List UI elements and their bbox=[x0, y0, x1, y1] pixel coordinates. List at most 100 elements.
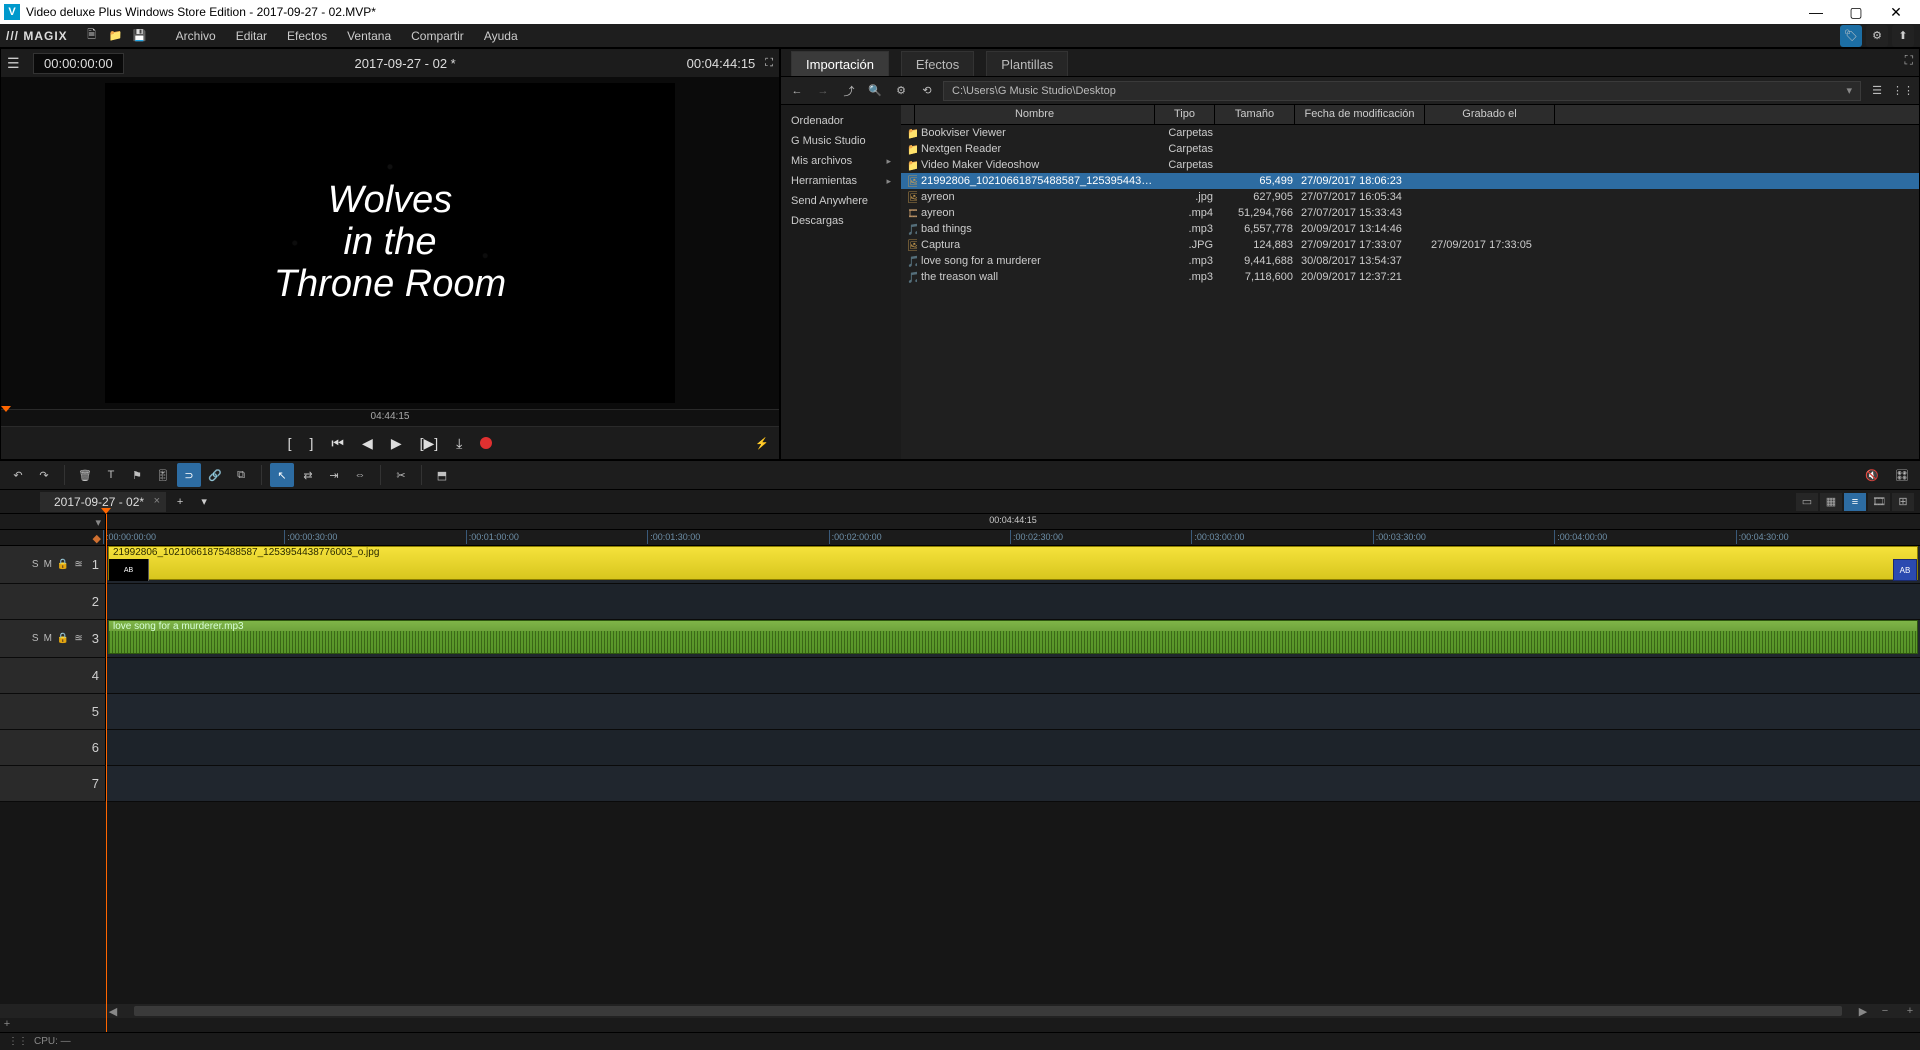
track-lane[interactable] bbox=[106, 658, 1920, 693]
ruler-left-icon-2[interactable]: ◆ bbox=[93, 533, 101, 545]
new-file-icon[interactable]: 🗎 bbox=[82, 26, 102, 46]
insert-clip-button[interactable]: ⬒ bbox=[430, 463, 454, 487]
open-folder-icon[interactable]: 📁 bbox=[106, 26, 126, 46]
file-row[interactable]: 🎵the treason wall.mp37,118,60020/09/2017… bbox=[901, 269, 1919, 285]
menu-compartir[interactable]: Compartir bbox=[401, 29, 474, 43]
preview-position[interactable]: 00:00:00:00 bbox=[33, 53, 124, 74]
undo-button[interactable]: ↶ bbox=[6, 463, 30, 487]
window-minimize-button[interactable]: — bbox=[1796, 0, 1836, 24]
zoom-out-icon[interactable]: − bbox=[1870, 1005, 1900, 1017]
pointer-tool-button[interactable]: ↖ bbox=[270, 463, 294, 487]
menu-ayuda[interactable]: Ayuda bbox=[474, 29, 528, 43]
file-row[interactable]: 🖼21992806_10210661875488587_125395443877… bbox=[901, 173, 1919, 189]
preview-viewport[interactable]: Wolves in the Throne Room bbox=[1, 77, 779, 409]
view-mode-3-button[interactable]: ≡ bbox=[1844, 493, 1866, 511]
col-nombre[interactable]: Nombre bbox=[915, 105, 1155, 124]
goto-end-button[interactable]: ⤓ bbox=[456, 435, 462, 452]
link-button[interactable]: 🔗 bbox=[203, 463, 227, 487]
timeline-ruler-top[interactable]: 00:04:44:15 bbox=[106, 514, 1920, 529]
scroll-thumb[interactable] bbox=[134, 1006, 1842, 1016]
clip-audio[interactable]: love song for a murderer.mp3 bbox=[108, 620, 1918, 654]
delete-button[interactable]: 🗑 bbox=[73, 463, 97, 487]
nav-up-icon[interactable]: ⤴ bbox=[839, 81, 859, 101]
ruler-left-icon-1[interactable]: ▾ bbox=[95, 517, 101, 529]
track-lane[interactable]: love song for a murderer.mp3 bbox=[106, 620, 1920, 657]
add-track-icon[interactable]: + bbox=[0, 1018, 14, 1032]
marker-flag-button[interactable]: ⚑ bbox=[125, 463, 149, 487]
preview-maximize-icon[interactable]: ⛶ bbox=[765, 57, 773, 70]
nav-item-3[interactable]: Herramientas▸ bbox=[781, 171, 901, 191]
range-tool-button[interactable]: ⇥ bbox=[322, 463, 346, 487]
track-lane[interactable] bbox=[106, 766, 1920, 801]
performance-icon[interactable]: ⚡ bbox=[755, 437, 769, 450]
settings-gear-icon[interactable]: ⚙ bbox=[1866, 25, 1888, 47]
track-header[interactable]: SM🔒≊1 bbox=[0, 546, 106, 583]
mixer-button[interactable]: 🎚 bbox=[151, 463, 175, 487]
col-tipo[interactable]: Tipo bbox=[1155, 105, 1215, 124]
track-lane[interactable] bbox=[106, 584, 1920, 619]
track-header[interactable]: 6 bbox=[0, 730, 106, 765]
nav-forward-icon[interactable]: → bbox=[813, 81, 833, 101]
menu-archivo[interactable]: Archivo bbox=[166, 29, 226, 43]
track-header[interactable]: 5 bbox=[0, 694, 106, 729]
clip-image[interactable]: 21992806_10210661875488587_1253954438776… bbox=[108, 546, 1918, 580]
track-lock-icon[interactable]: 🔒 bbox=[57, 633, 69, 644]
track-header[interactable]: 7 bbox=[0, 766, 106, 801]
tab-plantillas[interactable]: Plantillas bbox=[986, 51, 1068, 76]
nav-item-2[interactable]: Mis archivos▸ bbox=[781, 151, 901, 171]
status-menu-icon[interactable]: ⋮⋮ bbox=[8, 1036, 28, 1047]
redo-button[interactable]: ↷ bbox=[32, 463, 56, 487]
snap-magnet-button[interactable]: ⊃ bbox=[177, 463, 201, 487]
group-button[interactable]: ⧉ bbox=[229, 463, 253, 487]
search-icon[interactable]: 🔍 bbox=[865, 81, 885, 101]
col-tamano[interactable]: Tamaño bbox=[1215, 105, 1295, 124]
record-button[interactable] bbox=[480, 437, 492, 449]
menu-editar[interactable]: Editar bbox=[226, 29, 277, 43]
track-header[interactable]: SM🔒≊3 bbox=[0, 620, 106, 657]
timeline-ruler-ticks[interactable]: :00:00:00:00:00:00:30:00:00:01:00:00:00:… bbox=[106, 530, 1920, 545]
menu-efectos[interactable]: Efectos bbox=[277, 29, 337, 43]
track-mute-button[interactable]: M bbox=[44, 559, 52, 570]
goto-start-button[interactable]: ⏮ bbox=[331, 435, 344, 452]
play-range-button[interactable]: [▶] bbox=[420, 435, 439, 452]
play-button[interactable]: ▶ bbox=[391, 435, 402, 452]
nav-item-5[interactable]: Descargas bbox=[781, 211, 901, 231]
tab-efectos[interactable]: Efectos bbox=[901, 51, 974, 76]
file-row[interactable]: 📁Video Maker VideoshowCarpetas bbox=[901, 157, 1919, 173]
add-project-tab-button[interactable]: + bbox=[170, 492, 190, 512]
tab-dropdown-icon[interactable]: ▾ bbox=[194, 492, 214, 512]
prev-frame-button[interactable]: ◀ bbox=[362, 435, 373, 452]
scrub-playhead-marker[interactable] bbox=[1, 406, 11, 412]
mark-in-button[interactable]: [ bbox=[288, 435, 292, 451]
ripple-tool-button[interactable]: ⇄ bbox=[296, 463, 320, 487]
track-fx-icon[interactable]: ≊ bbox=[74, 633, 82, 644]
file-row[interactable]: 📁Bookviser ViewerCarpetas bbox=[901, 125, 1919, 141]
track-lane[interactable] bbox=[106, 694, 1920, 729]
project-tab-close-icon[interactable]: × bbox=[154, 495, 160, 507]
mixer-panel-icon[interactable]: 🎛 bbox=[1890, 463, 1914, 487]
track-lock-icon[interactable]: 🔒 bbox=[57, 559, 69, 570]
window-maximize-button[interactable]: ▢ bbox=[1836, 0, 1876, 24]
file-row[interactable]: 🎵bad things.mp36,557,77820/09/2017 13:14… bbox=[901, 221, 1919, 237]
mark-out-button[interactable]: ] bbox=[310, 435, 314, 451]
mute-audio-icon[interactable]: 🔇 bbox=[1860, 463, 1884, 487]
track-header[interactable]: 4 bbox=[0, 658, 106, 693]
save-icon[interactable]: 💾 bbox=[130, 26, 150, 46]
track-fx-icon[interactable]: ≊ bbox=[74, 559, 82, 570]
file-row[interactable]: 🖼ayreon.jpg627,90527/07/2017 16:05:34 bbox=[901, 189, 1919, 205]
track-solo-button[interactable]: S bbox=[32, 559, 39, 570]
track-header[interactable]: 2 bbox=[0, 584, 106, 619]
track-mute-button[interactable]: M bbox=[44, 633, 52, 644]
scroll-left-icon[interactable]: ◀ bbox=[106, 1005, 120, 1018]
file-row[interactable]: 🎞ayreon.mp451,294,76627/07/2017 15:33:43 bbox=[901, 205, 1919, 221]
track-lane[interactable]: 21992806_10210661875488587_1253954438776… bbox=[106, 546, 1920, 583]
timeline-h-scrollbar[interactable]: ◀ ▶ − + bbox=[0, 1004, 1920, 1018]
col-fecha-mod[interactable]: Fecha de modificación bbox=[1295, 105, 1425, 124]
refresh-icon[interactable]: ⟲ bbox=[917, 81, 937, 101]
zoom-in-icon[interactable]: + bbox=[1900, 1005, 1920, 1017]
stretch-tool-button[interactable]: ⇔ bbox=[348, 463, 372, 487]
path-field[interactable]: C:\Users\G Music Studio\Desktop ▾ bbox=[943, 81, 1861, 101]
preview-menu-icon[interactable]: ☰ bbox=[7, 55, 25, 72]
title-tool-button[interactable]: T bbox=[99, 463, 123, 487]
store-icon[interactable]: 🏷 bbox=[1840, 25, 1862, 47]
